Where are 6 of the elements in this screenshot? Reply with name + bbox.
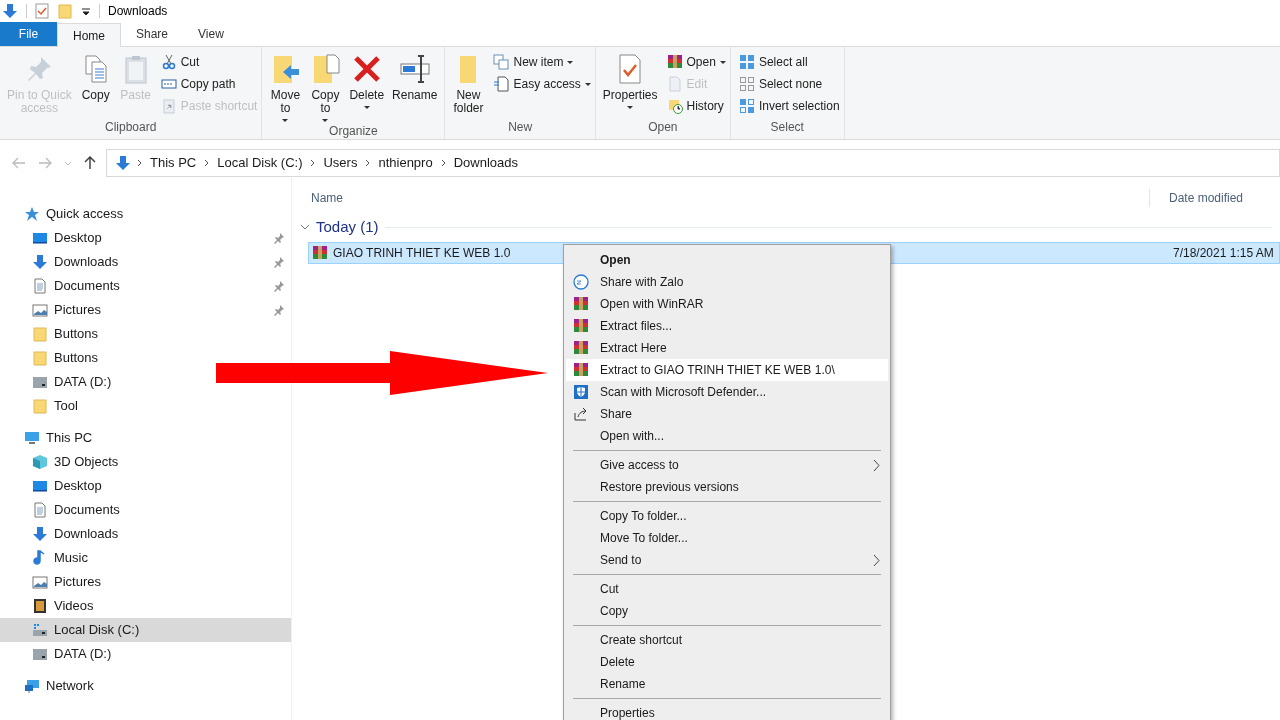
group-label: Select: [769, 119, 805, 136]
window-title: Downloads: [108, 3, 168, 20]
group-label: Organize: [328, 123, 379, 140]
group-label: Clipboard: [104, 119, 158, 136]
group-label: New: [507, 119, 534, 136]
group-label: Open: [647, 119, 679, 136]
